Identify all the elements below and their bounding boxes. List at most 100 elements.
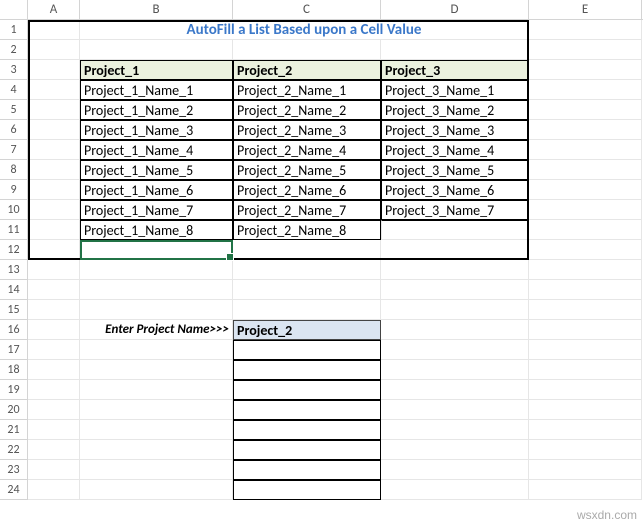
row-header-9[interactable]: 9 — [0, 180, 28, 200]
cell-C24[interactable] — [233, 480, 381, 500]
cell-C15[interactable] — [233, 300, 381, 320]
cell-D2[interactable] — [381, 40, 529, 60]
cell-D7[interactable]: Project_3_Name_4 — [381, 140, 529, 160]
cell-B19[interactable] — [80, 380, 233, 400]
cell-C23[interactable] — [233, 460, 381, 480]
row-header-1[interactable]: 1 — [0, 20, 28, 40]
cell-A22[interactable] — [28, 440, 80, 460]
cell-C9[interactable]: Project_2_Name_6 — [233, 180, 381, 200]
cell-E24[interactable] — [529, 480, 642, 500]
cell-A11[interactable] — [28, 220, 80, 240]
cell-E13[interactable] — [529, 260, 642, 280]
cell-D8[interactable]: Project_3_Name_5 — [381, 160, 529, 180]
cell-A7[interactable] — [28, 140, 80, 160]
cell-A15[interactable] — [28, 300, 80, 320]
cell-B4[interactable]: Project_1_Name_1 — [80, 80, 233, 100]
cell-C21[interactable] — [233, 420, 381, 440]
prompt-label[interactable]: Enter Project Name>>> — [80, 320, 233, 340]
cell-A10[interactable] — [28, 200, 80, 220]
cell-C6[interactable]: Project_2_Name_3 — [233, 120, 381, 140]
cell-A4[interactable] — [28, 80, 80, 100]
cell-B5[interactable]: Project_1_Name_2 — [80, 100, 233, 120]
cell-A16[interactable] — [28, 320, 80, 340]
cell-B11[interactable]: Project_1_Name_8 — [80, 220, 233, 240]
row-header-20[interactable]: 20 — [0, 400, 28, 420]
row-header-11[interactable]: 11 — [0, 220, 28, 240]
cell-B10[interactable]: Project_1_Name_7 — [80, 200, 233, 220]
row-header-19[interactable]: 19 — [0, 380, 28, 400]
cell-C5[interactable]: Project_2_Name_2 — [233, 100, 381, 120]
cell-D17[interactable] — [381, 340, 529, 360]
row-header-22[interactable]: 22 — [0, 440, 28, 460]
cell-C3[interactable]: Project_2 — [233, 60, 381, 80]
cell-D13[interactable] — [381, 260, 529, 280]
cell-C17[interactable] — [233, 340, 381, 360]
cell-D9[interactable]: Project_3_Name_6 — [381, 180, 529, 200]
cell-E22[interactable] — [529, 440, 642, 460]
row-header-16[interactable]: 16 — [0, 320, 28, 340]
project-name-input[interactable]: Project_2 — [233, 320, 381, 340]
cell-D24[interactable] — [381, 480, 529, 500]
cell-B24[interactable] — [80, 480, 233, 500]
cell-B7[interactable]: Project_1_Name_4 — [80, 140, 233, 160]
row-header-7[interactable]: 7 — [0, 140, 28, 160]
cell-C7[interactable]: Project_2_Name_4 — [233, 140, 381, 160]
cell-E21[interactable] — [529, 420, 642, 440]
cell-E18[interactable] — [529, 360, 642, 380]
cell-B9[interactable]: Project_1_Name_6 — [80, 180, 233, 200]
title-cell[interactable]: AutoFill a List Based upon a Cell Value — [80, 20, 529, 40]
cell-E9[interactable] — [529, 180, 642, 200]
row-header-14[interactable]: 14 — [0, 280, 28, 300]
cell-C11[interactable]: Project_2_Name_8 — [233, 220, 381, 240]
row-header-24[interactable]: 24 — [0, 480, 28, 500]
cell-C13[interactable] — [233, 260, 381, 280]
cell-A18[interactable] — [28, 360, 80, 380]
row-header-15[interactable]: 15 — [0, 300, 28, 320]
cell-A8[interactable] — [28, 160, 80, 180]
cell-C12[interactable] — [233, 240, 381, 260]
cell-C20[interactable] — [233, 400, 381, 420]
row-header-3[interactable]: 3 — [0, 60, 28, 80]
cell-D12[interactable] — [381, 240, 529, 260]
cell-D21[interactable] — [381, 420, 529, 440]
col-header-D[interactable]: D — [381, 0, 529, 19]
cell-A5[interactable] — [28, 100, 80, 120]
row-header-21[interactable]: 21 — [0, 420, 28, 440]
cell-D11[interactable] — [381, 220, 529, 240]
cell-B8[interactable]: Project_1_Name_5 — [80, 160, 233, 180]
cell-A20[interactable] — [28, 400, 80, 420]
cell-A1[interactable] — [28, 20, 80, 40]
row-header-5[interactable]: 5 — [0, 100, 28, 120]
col-header-A[interactable]: A — [28, 0, 80, 19]
cell-E19[interactable] — [529, 380, 642, 400]
cell-E10[interactable] — [529, 200, 642, 220]
cell-B14[interactable] — [80, 280, 233, 300]
cell-D5[interactable]: Project_3_Name_2 — [381, 100, 529, 120]
cell-D23[interactable] — [381, 460, 529, 480]
cell-E23[interactable] — [529, 460, 642, 480]
cell-C19[interactable] — [233, 380, 381, 400]
cell-E8[interactable] — [529, 160, 642, 180]
cell-A2[interactable] — [28, 40, 80, 60]
cell-A13[interactable] — [28, 260, 80, 280]
cell-D18[interactable] — [381, 360, 529, 380]
cell-A3[interactable] — [28, 60, 80, 80]
row-header-23[interactable]: 23 — [0, 460, 28, 480]
cell-E17[interactable] — [529, 340, 642, 360]
cell-A9[interactable] — [28, 180, 80, 200]
cell-D14[interactable] — [381, 280, 529, 300]
cell-E1[interactable] — [529, 20, 642, 40]
cell-E16[interactable] — [529, 320, 642, 340]
cell-C22[interactable] — [233, 440, 381, 460]
cell-D19[interactable] — [381, 380, 529, 400]
cell-B6[interactable]: Project_1_Name_3 — [80, 120, 233, 140]
cell-E20[interactable] — [529, 400, 642, 420]
cell-B2[interactable] — [80, 40, 233, 60]
row-header-2[interactable]: 2 — [0, 40, 28, 60]
cell-A12[interactable] — [28, 240, 80, 260]
col-header-B[interactable]: B — [80, 0, 233, 19]
row-header-4[interactable]: 4 — [0, 80, 28, 100]
cell-C2[interactable] — [233, 40, 381, 60]
cell-E7[interactable] — [529, 140, 642, 160]
cell-E3[interactable] — [529, 60, 642, 80]
